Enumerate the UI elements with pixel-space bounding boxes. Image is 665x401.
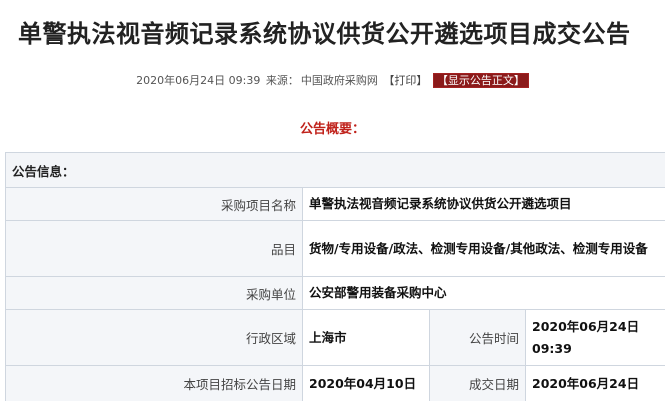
table-row: 本项目招标公告日期 2020年04月10日 成交日期 2020年06月24日 (5, 365, 665, 401)
table-row: 采购单位 公安部警用装备采购中心 (5, 276, 665, 310)
deal-date-value: 2020年06月24日 (524, 365, 665, 401)
category-value: 货物/专用设备/政法、检测专用设备/其他政法、检测专用设备 (301, 220, 665, 277)
source-label: 来源： (265, 74, 299, 87)
purchaser-label: 采购单位 (5, 276, 303, 310)
project-name-value: 单警执法视音频记录系统协议供货公开遴选项目 (301, 187, 665, 221)
category-label: 品目 (5, 220, 303, 277)
summary-heading: 公告概要： (299, 122, 365, 137)
tender-date-value: 2020年04月10日 (302, 365, 430, 401)
info-section-title: 公告信息： (4, 152, 665, 188)
print-link[interactable]: 【打印】 (383, 74, 427, 87)
announce-time-label: 公告时间 (429, 309, 526, 366)
announcement-info-table: 公告信息： 采购项目名称 单警执法视音频记录系统协议供货公开遴选项目 品目 货物… (4, 152, 665, 401)
tender-date-label: 本项目招标公告日期 (5, 365, 303, 401)
table-row: 行政区域 上海市 公告时间 2020年06月24日 09:39 (5, 309, 665, 366)
purchaser-value: 公安部警用装备采购中心 (301, 276, 665, 310)
publish-date: 2020年06月24日 09:39 (136, 74, 261, 87)
region-label: 行政区域 (5, 309, 303, 366)
table-row: 采购项目名称 单警执法视音频记录系统协议供货公开遴选项目 (5, 187, 665, 221)
table-row: 品目 货物/专用设备/政法、检测专用设备/其他政法、检测专用设备 (5, 220, 665, 277)
info-section-header: 公告信息： (4, 152, 665, 188)
announcement-meta: 2020年06月24日 09:39 来源： 中国政府采购网 【打印】 【显示公告正… (0, 72, 665, 88)
show-full-text-button[interactable]: 【显示公告正文】 (432, 73, 529, 88)
source-name: 中国政府采购网 (300, 74, 378, 87)
region-value: 上海市 (302, 309, 430, 366)
announce-time-value: 2020年06月24日 09:39 (524, 309, 665, 366)
page-title: 单警执法视音频记录系统协议供货公开遴选项目成交公告 (18, 20, 631, 48)
project-name-label: 采购项目名称 (5, 187, 303, 221)
deal-date-label: 成交日期 (429, 365, 526, 401)
